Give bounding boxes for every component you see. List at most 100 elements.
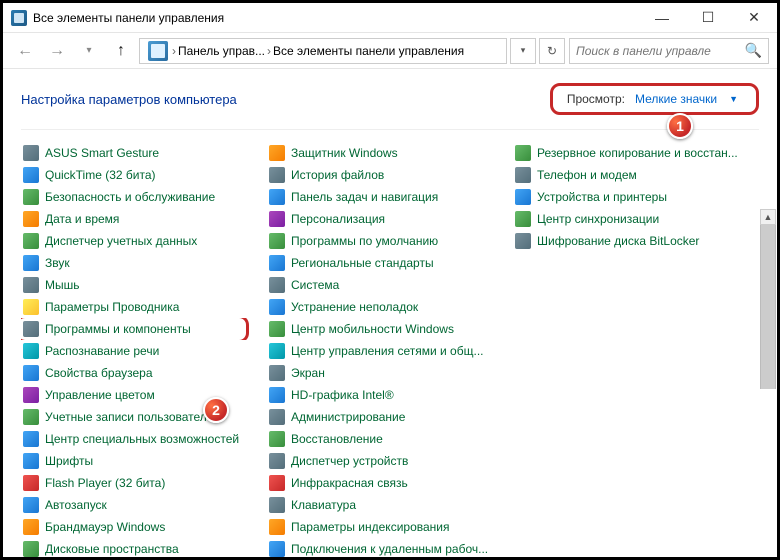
item-label: Экран xyxy=(291,366,325,380)
control-panel-item[interactable]: Управление цветом xyxy=(21,384,267,406)
item-label: Устранение неполадок xyxy=(291,300,418,314)
control-panel-item[interactable]: Восстановление xyxy=(267,428,513,450)
view-selector[interactable]: Просмотр: Мелкие значки ▼ xyxy=(550,83,759,115)
minimize-button[interactable]: — xyxy=(639,3,685,32)
breadcrumb-item[interactable]: Панель управ... xyxy=(178,44,265,58)
control-panel-item[interactable]: Мышь xyxy=(21,274,267,296)
item-label: Программы и компоненты xyxy=(45,322,191,336)
item-label: Распознавание речи xyxy=(45,344,159,358)
control-panel-item[interactable]: QuickTime (32 бита) xyxy=(21,164,267,186)
item-icon xyxy=(269,453,285,469)
control-panel-item[interactable]: Диспетчер учетных данных xyxy=(21,230,267,252)
address-history-button[interactable]: ▾ xyxy=(510,38,536,64)
view-value: Мелкие значки xyxy=(635,92,717,106)
item-icon xyxy=(23,189,39,205)
item-icon xyxy=(269,255,285,271)
control-panel-item[interactable]: Безопасность и обслуживание xyxy=(21,186,267,208)
control-panel-item[interactable]: Шифрование диска BitLocker xyxy=(513,230,759,252)
control-panel-item[interactable]: Защитник Windows xyxy=(267,142,513,164)
item-label: Восстановление xyxy=(291,432,383,446)
control-panel-item[interactable]: Диспетчер устройств xyxy=(267,450,513,472)
search-box[interactable]: 🔍 xyxy=(569,38,769,64)
vertical-scrollbar[interactable]: ▲ xyxy=(760,209,776,389)
control-panel-item[interactable]: Параметры индексирования xyxy=(267,516,513,538)
control-panel-item[interactable]: Инфракрасная связь xyxy=(267,472,513,494)
scroll-thumb[interactable] xyxy=(760,225,776,389)
item-icon xyxy=(269,321,285,337)
page-header: Настройка параметров компьютера Просмотр… xyxy=(21,83,759,130)
scroll-up-button[interactable]: ▲ xyxy=(760,209,776,225)
item-icon xyxy=(269,519,285,535)
control-panel-item[interactable]: Программы и компоненты xyxy=(21,318,267,340)
control-panel-item[interactable]: Дисковые пространства xyxy=(21,538,267,557)
control-panel-item[interactable]: Центр управления сетями и общ... xyxy=(267,340,513,362)
control-panel-item[interactable]: Flash Player (32 бита) xyxy=(21,472,267,494)
control-panel-item[interactable]: Свойства браузера xyxy=(21,362,267,384)
item-label: Звук xyxy=(45,256,70,270)
item-icon xyxy=(269,299,285,315)
control-panel-item[interactable]: Учетные записи пользователей xyxy=(21,406,267,428)
breadcrumb-item[interactable]: Все элементы панели управления xyxy=(273,44,464,58)
item-icon xyxy=(269,387,285,403)
close-button[interactable]: ✕ xyxy=(731,3,777,32)
item-label: Flash Player (32 бита) xyxy=(45,476,165,490)
control-panel-item[interactable]: Администрирование xyxy=(267,406,513,428)
control-panel-item[interactable]: Центр мобильности Windows xyxy=(267,318,513,340)
item-label: QuickTime (32 бита) xyxy=(45,168,156,182)
item-icon xyxy=(23,519,39,535)
item-label: Клавиатура xyxy=(291,498,356,512)
control-panel-item[interactable]: История файлов xyxy=(267,164,513,186)
search-input[interactable] xyxy=(576,44,745,58)
item-label: Резервное копирование и восстан... xyxy=(537,146,738,160)
control-panel-item[interactable]: Телефон и модем xyxy=(513,164,759,186)
item-icon xyxy=(23,387,39,403)
refresh-button[interactable]: ↻ xyxy=(539,38,565,64)
control-panel-item[interactable]: Клавиатура xyxy=(267,494,513,516)
control-panel-item[interactable]: Персонализация xyxy=(267,208,513,230)
item-label: Диспетчер учетных данных xyxy=(45,234,197,248)
control-panel-item[interactable]: Звук xyxy=(21,252,267,274)
item-label: Шрифты xyxy=(45,454,93,468)
maximize-button[interactable]: ☐ xyxy=(685,3,731,32)
control-panel-item[interactable]: Панель задач и навигация xyxy=(267,186,513,208)
item-label: Центр специальных возможностей xyxy=(45,432,239,446)
control-panel-item[interactable]: Параметры Проводника xyxy=(21,296,267,318)
item-label: Шифрование диска BitLocker xyxy=(537,234,699,248)
control-panel-item[interactable]: Устранение неполадок xyxy=(267,296,513,318)
control-panel-item[interactable]: Подключения к удаленным рабоч... xyxy=(267,538,513,557)
item-label: Подключения к удаленным рабоч... xyxy=(291,542,488,556)
control-panel-item[interactable]: Центр специальных возможностей xyxy=(21,428,267,450)
control-panel-item[interactable]: Распознавание речи xyxy=(21,340,267,362)
control-panel-item[interactable]: Региональные стандарты xyxy=(267,252,513,274)
item-icon xyxy=(23,299,39,315)
forward-button[interactable]: → xyxy=(43,37,71,65)
item-label: Система xyxy=(291,278,339,292)
control-panel-item[interactable]: Брандмауэр Windows xyxy=(21,516,267,538)
back-button[interactable]: ← xyxy=(11,37,39,65)
control-panel-item[interactable]: Автозапуск xyxy=(21,494,267,516)
control-panel-item[interactable]: Устройства и принтеры xyxy=(513,186,759,208)
control-panel-item[interactable]: HD-графика Intel® xyxy=(267,384,513,406)
chevron-down-icon: ▼ xyxy=(729,94,738,104)
control-panel-item[interactable]: ASUS Smart Gesture xyxy=(21,142,267,164)
control-panel-item[interactable]: Шрифты xyxy=(21,450,267,472)
control-panel-item[interactable]: Центр синхронизации xyxy=(513,208,759,230)
item-icon xyxy=(515,233,531,249)
breadcrumb[interactable]: › Панель управ... › Все элементы панели … xyxy=(139,38,507,64)
control-panel-item[interactable]: Программы по умолчанию xyxy=(267,230,513,252)
control-panel-item[interactable]: Резервное копирование и восстан... xyxy=(513,142,759,164)
item-label: Региональные стандарты xyxy=(291,256,434,270)
recent-locations-button[interactable]: ▾ xyxy=(75,37,103,65)
up-button[interactable]: ↑ xyxy=(107,37,135,65)
item-icon xyxy=(23,541,39,557)
item-label: Центр синхронизации xyxy=(537,212,659,226)
item-icon xyxy=(269,541,285,557)
item-icon xyxy=(23,255,39,271)
control-panel-item[interactable]: Дата и время xyxy=(21,208,267,230)
item-label: Параметры индексирования xyxy=(291,520,449,534)
control-panel-item[interactable]: Экран xyxy=(267,362,513,384)
item-label: Защитник Windows xyxy=(291,146,398,160)
items-list: ASUS Smart Gesture QuickTime (32 бита) Без… xyxy=(21,142,759,557)
item-icon xyxy=(23,167,39,183)
control-panel-item[interactable]: Система xyxy=(267,274,513,296)
